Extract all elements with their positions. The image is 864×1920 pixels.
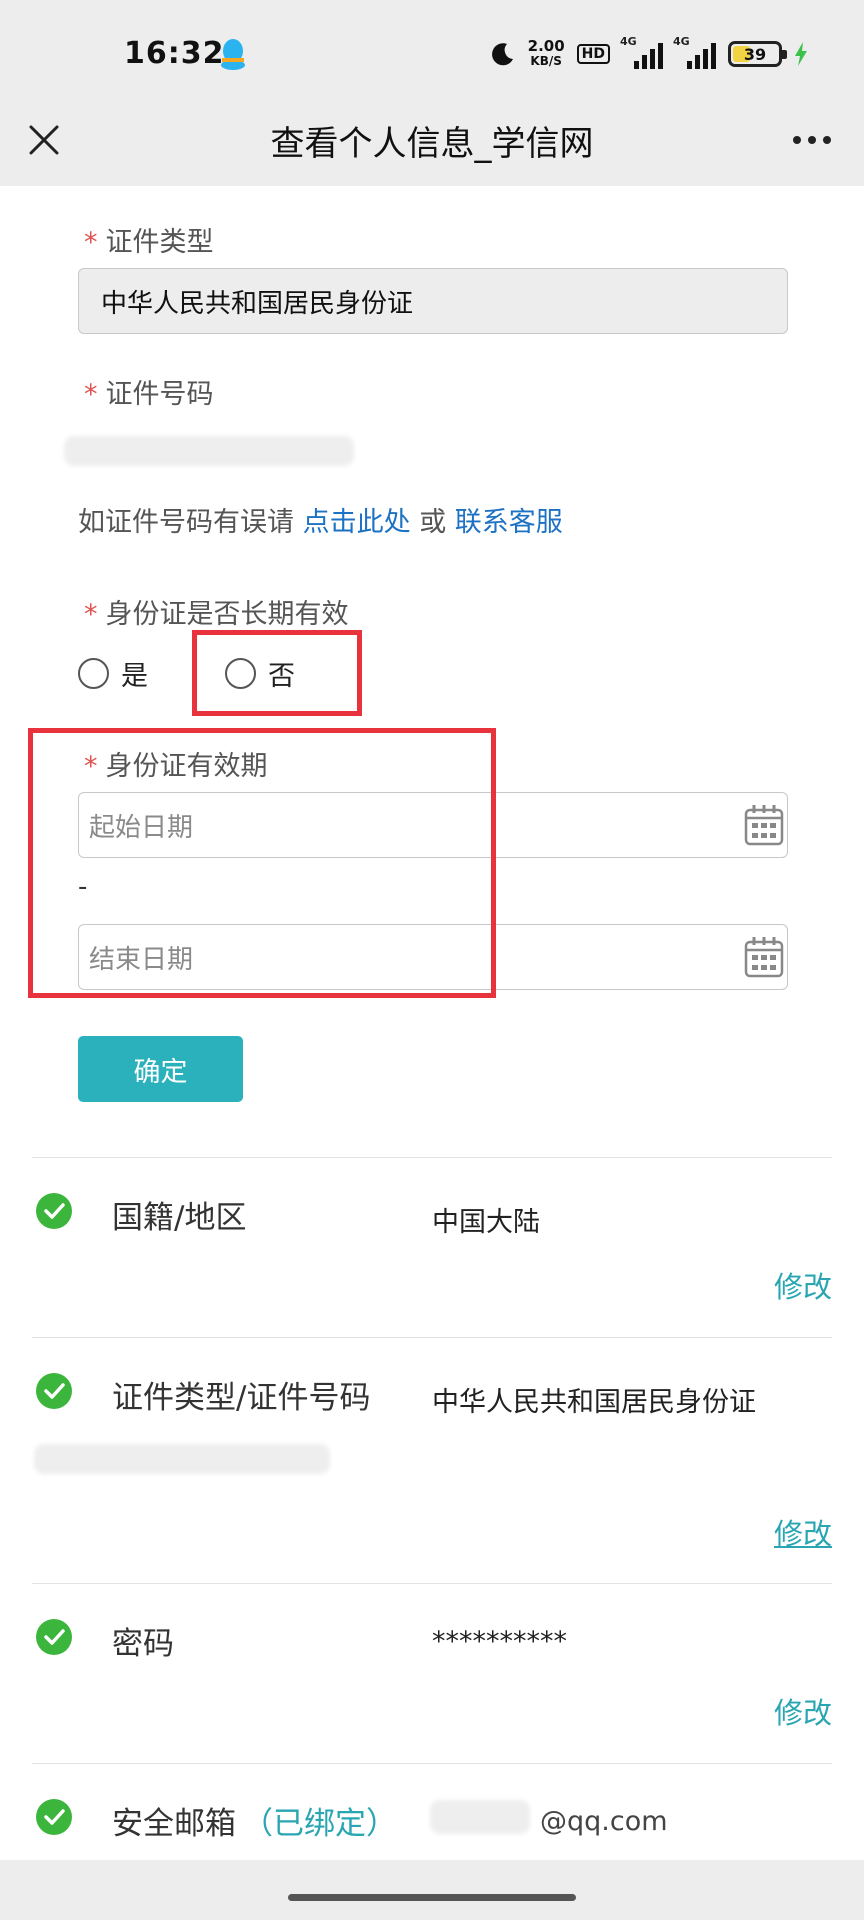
net-speed: 2.00 KB/S: [528, 39, 565, 69]
long-term-label-text: 身份证是否长期有效: [105, 599, 349, 630]
page-title: 查看个人信息_学信网: [270, 124, 594, 164]
required-mark: *: [84, 379, 98, 410]
divider: [32, 1337, 832, 1338]
required-mark: *: [84, 227, 98, 258]
status-time: 16:32: [124, 36, 225, 71]
id-type-label: * 证件类型: [84, 220, 214, 259]
nationality-label: 国籍/地区: [112, 1200, 247, 1236]
nationality-value: 中国大陆: [432, 1207, 540, 1238]
status-bar: 16:32 2.00 KB/S HD 4G 4G 39: [0, 0, 864, 106]
password-value: **********: [432, 1626, 567, 1657]
id-error-hint: 如证件号码有误请 点击此处 或 联系客服: [78, 500, 563, 539]
redacted-id-number: [64, 436, 354, 466]
signal-label: 4G: [673, 35, 690, 48]
email-value: @qq.com: [540, 1806, 668, 1837]
check-circle-icon: [36, 1373, 72, 1409]
signal-icon: 4G: [620, 35, 663, 69]
calendar-icon[interactable]: [743, 803, 785, 847]
divider: [32, 1763, 832, 1764]
highlight-box-validity: [28, 728, 496, 998]
id-number-label-text: 证件号码: [105, 379, 214, 410]
check-circle-icon: [36, 1619, 72, 1655]
net-speed-value: 2.00: [527, 37, 565, 55]
home-indicator[interactable]: [288, 1894, 576, 1901]
more-icon-dot: [808, 136, 816, 144]
id-number-label: * 证件号码: [84, 372, 214, 411]
email-label: 安全邮箱 （已绑定）: [112, 1798, 397, 1843]
contact-service-link[interactable]: 联系客服: [455, 507, 563, 538]
more-icon-dot: [823, 136, 831, 144]
radio-yes-circle[interactable]: [78, 658, 109, 689]
more-icon-dot: [793, 136, 801, 144]
id-type-field: 中华人民共和国居民身份证: [78, 268, 788, 334]
id-doc-value: 中华人民共和国居民身份证: [432, 1387, 756, 1418]
nav-bar: 查看个人信息_学信网: [0, 106, 864, 186]
hd-icon: HD: [576, 44, 610, 64]
password-label: 密码: [112, 1626, 174, 1662]
required-mark: *: [84, 599, 98, 630]
long-term-label: * 身份证是否长期有效: [84, 592, 349, 631]
battery-level: 39: [743, 44, 767, 64]
divider: [32, 1583, 832, 1584]
net-speed-unit: KB/S: [530, 54, 562, 68]
qq-icon: [221, 39, 245, 70]
calendar-icon[interactable]: [743, 935, 785, 979]
click-here-link[interactable]: 点击此处: [303, 507, 411, 538]
check-circle-icon: [36, 1193, 72, 1229]
radio-yes-label: 是: [121, 661, 148, 692]
status-icons: 2.00 KB/S HD 4G 4G 39: [490, 35, 808, 72]
battery-icon: 39: [728, 41, 787, 67]
highlight-box-no-option: [192, 630, 362, 716]
radio-yes[interactable]: 是: [78, 654, 148, 693]
more-button[interactable]: [784, 120, 840, 160]
confirm-button[interactable]: 确定: [78, 1036, 243, 1102]
check-circle-icon: [36, 1799, 72, 1835]
signal-label: 4G: [620, 35, 637, 48]
modify-password-link[interactable]: 修改: [774, 1690, 832, 1732]
signal-icon: 4G: [673, 35, 716, 69]
id-doc-label: 证件类型/证件号码: [112, 1380, 371, 1416]
email-label-text: 安全邮箱: [112, 1806, 236, 1842]
divider: [32, 1157, 832, 1158]
moon-icon: [491, 43, 513, 66]
hint-text: 如证件号码有误请: [78, 507, 294, 538]
redacted-id-number: [34, 1444, 330, 1474]
system-nav-bar: [0, 1860, 864, 1920]
id-type-value: 中华人民共和国居民身份证: [101, 288, 414, 319]
id-type-label-text: 证件类型: [105, 227, 214, 258]
email-bound-status: （已绑定）: [242, 1806, 397, 1842]
modify-id-doc-link[interactable]: 修改: [774, 1511, 832, 1553]
modify-nationality-link[interactable]: 修改: [774, 1264, 832, 1306]
redacted-email: [430, 1800, 530, 1834]
hint-or: 或: [419, 507, 447, 538]
charging-icon: [795, 42, 807, 66]
